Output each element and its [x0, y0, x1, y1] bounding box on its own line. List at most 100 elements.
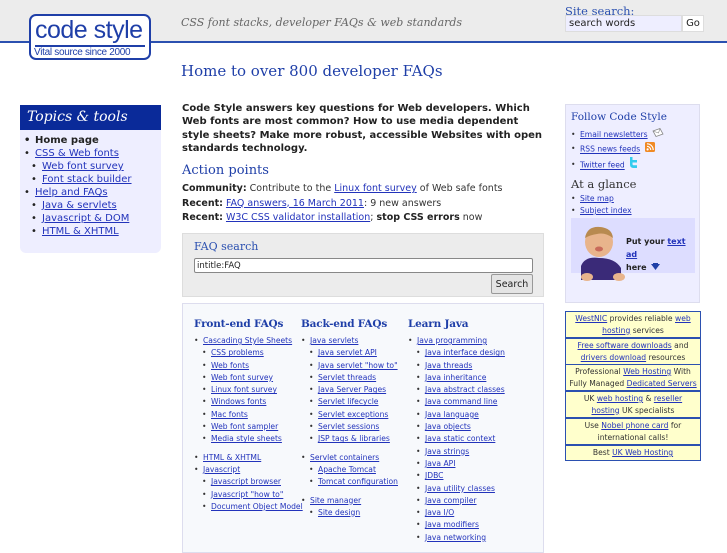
- sponsor-link[interactable]: Dedicated Servers: [627, 379, 697, 388]
- faq-link[interactable]: Servlet lifecycle: [318, 397, 378, 406]
- sponsor-text: services: [630, 325, 664, 335]
- faq-link[interactable]: Java programming: [417, 336, 487, 345]
- faq-link[interactable]: Servlet sessions: [318, 422, 379, 431]
- faq-search-input[interactable]: [194, 258, 533, 273]
- faq-link[interactable]: Java Server Pages: [318, 385, 386, 394]
- faq-link[interactable]: Site design: [318, 508, 360, 517]
- faq-link[interactable]: Mac fonts: [211, 410, 248, 419]
- faq-list-item: Java Server Pages: [301, 384, 398, 397]
- faq-link[interactable]: Java servlets: [310, 336, 358, 345]
- faq-link[interactable]: CSS problems: [211, 348, 264, 357]
- faq-link[interactable]: Media style sheets: [211, 434, 282, 443]
- faq-link[interactable]: Java threads: [425, 361, 472, 370]
- faq-link[interactable]: Site manager: [310, 496, 361, 505]
- sidebar-link[interactable]: Font stack builder: [42, 174, 132, 185]
- site-search-input[interactable]: [565, 15, 682, 32]
- faq-list-item: Document Object Model: [194, 501, 303, 514]
- action-points-title: Action points: [182, 163, 269, 178]
- site-logo[interactable]: code style Vital source since 2000: [29, 14, 151, 60]
- faq-list-item: Tomcat configuration: [301, 476, 398, 489]
- faq-link[interactable]: Java command line: [425, 397, 497, 406]
- faq-link[interactable]: Java utility classes: [425, 484, 495, 493]
- faq-list-item: Web font sampler: [194, 421, 303, 434]
- faq-link[interactable]: Java interface design: [425, 348, 505, 357]
- faq-list-item: Java modifiers: [408, 519, 505, 532]
- faq-link[interactable]: Document Object Model: [211, 502, 303, 511]
- sponsor-box: UK web hosting & reseller hosting UK spe…: [565, 391, 701, 418]
- subject-index-link[interactable]: Subject index: [580, 206, 632, 215]
- faq-link[interactable]: Web font sampler: [211, 422, 278, 431]
- faq-link[interactable]: Java static context: [425, 434, 495, 443]
- envelope-icon[interactable]: [652, 128, 664, 142]
- faq-link[interactable]: Java I/O: [425, 508, 454, 517]
- faq-list-item: Media style sheets: [194, 433, 303, 446]
- twitter-icon[interactable]: [629, 157, 638, 174]
- faq-link[interactable]: Java modifiers: [425, 520, 479, 529]
- faq-link[interactable]: Javascript "how to": [211, 490, 283, 499]
- topics-sidebar-title: Topics & tools: [20, 105, 161, 130]
- linux-font-survey-link[interactable]: Linux font survey: [334, 183, 417, 194]
- sponsor-link[interactable]: WestNIC: [575, 314, 607, 323]
- faq-link[interactable]: HTML & XHTML: [203, 453, 261, 462]
- faq-list-item: CSS problems: [194, 347, 303, 360]
- faq-column-learn-java: Learn Java Java programming Java interfac…: [408, 318, 505, 544]
- site-search-go-button[interactable]: Go: [682, 15, 704, 32]
- sidebar-link[interactable]: CSS & Web fonts: [35, 148, 119, 159]
- faq-link[interactable]: Java inheritance: [425, 373, 486, 382]
- css-validator-link[interactable]: W3C CSS validator installation: [226, 212, 370, 223]
- rss-icon[interactable]: [644, 142, 655, 157]
- faq-link[interactable]: Java servlet API: [318, 348, 377, 357]
- sidebar-link[interactable]: Web font survey: [42, 161, 124, 172]
- faq-link[interactable]: Javascript: [203, 465, 240, 474]
- sponsor-link[interactable]: Free software downloads: [578, 341, 672, 350]
- faq-link[interactable]: Cascading Style Sheets: [203, 336, 292, 345]
- sponsor-link[interactable]: UK Web Hosting: [612, 448, 673, 457]
- faq-link[interactable]: Javascript browser: [211, 477, 281, 486]
- sidebar-item: Javascript & DOM: [20, 212, 161, 225]
- faq-link[interactable]: Java compiler: [425, 496, 477, 505]
- text-ad-box: Put your text ad here: [571, 218, 695, 281]
- sidebar-link[interactable]: Javascript & DOM: [42, 213, 129, 224]
- rss-feeds-link[interactable]: RSS news feeds: [580, 145, 640, 154]
- site-map-link[interactable]: Site map: [580, 194, 614, 203]
- sidebar-link[interactable]: Java & servlets: [42, 200, 117, 211]
- faq-link[interactable]: Java language: [425, 410, 479, 419]
- sidebar-item: CSS & Web fonts: [20, 147, 161, 160]
- sponsor-link[interactable]: drivers download: [581, 353, 646, 362]
- faq-list-item: Java API: [408, 458, 505, 471]
- faq-link[interactable]: Servlet exceptions: [318, 410, 388, 419]
- faq-link[interactable]: Java servlet "how to": [318, 361, 398, 370]
- faq-column-title: Learn Java: [408, 318, 469, 330]
- faq-link[interactable]: Java strings: [425, 447, 469, 456]
- faq-link[interactable]: Servlet threads: [318, 373, 376, 382]
- email-newsletters-link[interactable]: Email newsletters: [580, 130, 648, 139]
- faq-link[interactable]: Java networking: [425, 533, 486, 542]
- faq-link[interactable]: Linux font survey: [211, 385, 277, 394]
- sidebar-link[interactable]: Help and FAQs: [35, 187, 108, 198]
- faq-link[interactable]: Web font survey: [211, 373, 273, 382]
- faq-link[interactable]: Java API: [425, 459, 455, 468]
- sponsor-link[interactable]: Web Hosting: [623, 367, 671, 376]
- follow-sidebar: Follow Code Style Email newsletters RSS …: [565, 104, 700, 303]
- faq-list-item: Java interface design: [408, 347, 505, 360]
- faq-link[interactable]: Java objects: [425, 422, 471, 431]
- sponsor-text: provides reliable: [607, 314, 676, 323]
- sponsor-text: Use: [584, 421, 602, 430]
- twitter-feed-link[interactable]: Twitter feed: [580, 161, 625, 170]
- faq-link[interactable]: JDBC: [425, 471, 443, 480]
- faq-link[interactable]: Windows fonts: [211, 397, 266, 406]
- sponsor-text: and: [671, 341, 689, 350]
- faq-column-title: Front-end FAQs: [194, 318, 284, 330]
- faq-link[interactable]: Tomcat configuration: [318, 477, 398, 486]
- faq-link[interactable]: Apache Tomcat: [318, 465, 376, 474]
- sponsor-link[interactable]: Nobel phone card: [601, 421, 668, 430]
- faq-link[interactable]: JSP tags & libraries: [318, 434, 390, 443]
- faq-link[interactable]: Java abstract classes: [425, 385, 505, 394]
- faq-link[interactable]: Servlet containers: [310, 453, 379, 462]
- sidebar-link[interactable]: HTML & XHTML: [42, 226, 119, 237]
- faq-answers-link[interactable]: FAQ answers, 16 March 2011: [226, 198, 364, 209]
- action-label: Recent:: [182, 197, 223, 209]
- faq-link[interactable]: Web fonts: [211, 361, 249, 370]
- sponsor-link[interactable]: web hosting: [597, 394, 643, 403]
- faq-search-button[interactable]: Search: [491, 274, 533, 294]
